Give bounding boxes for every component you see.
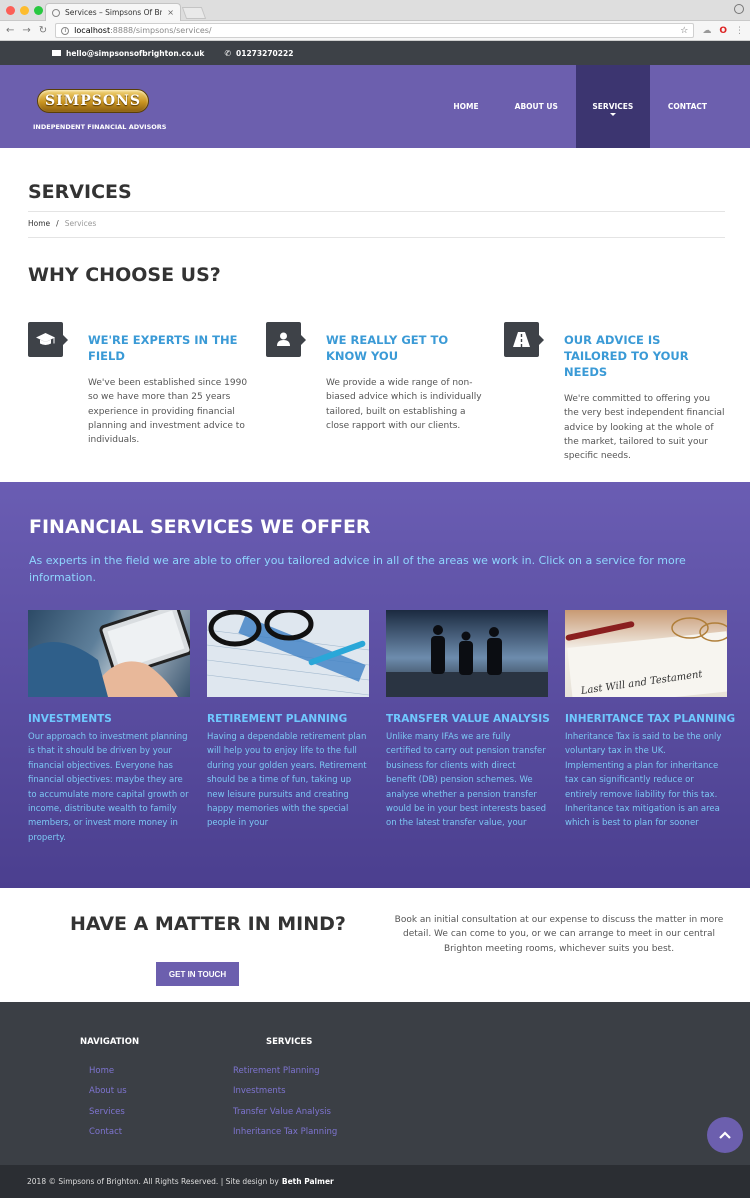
reload-icon[interactable]: ↻ (39, 25, 47, 36)
designer-link[interactable]: Beth Palmer (282, 1177, 334, 1186)
copyright-text: 2018 © Simpsons of Brighton. All Rights … (27, 1177, 279, 1186)
nav-contact[interactable]: CONTACT (650, 65, 725, 148)
footer-services-list: Retirement Planning Investments Transfer… (233, 1066, 337, 1147)
financial-services-title: FINANCIAL SERVICES WE OFFER (29, 516, 371, 538)
service-text: Our approach to investment planning is t… (28, 732, 189, 843)
main-nav: HOME ABOUT US SERVICES CONTACT (435, 65, 725, 148)
new-tab-button[interactable] (181, 7, 207, 19)
service-image-will[interactable]: Last Will and Testament (565, 610, 727, 697)
footer-link-home[interactable]: Home (89, 1066, 127, 1086)
email-link[interactable]: hello@simpsonsofbrighton.co.uk (52, 49, 204, 58)
financial-services-section: FINANCIAL SERVICES WE OFFER As experts i… (0, 482, 750, 888)
address-bar[interactable]: i localhost:8888/simpsons/services/ ☆ (55, 23, 695, 38)
feature-tailored: OUR ADVICE IS TAILORED TO YOUR NEEDS We'… (504, 322, 726, 463)
tab-title: Services – Simpsons Of Brighton (65, 8, 163, 17)
contact-bar: hello@simpsonsofbrighton.co.uk ✆ 0127327… (0, 41, 750, 65)
service-card-transfer[interactable]: TRANSFER VALUE ANALYSIS Unlike many IFAs… (386, 610, 550, 831)
footer-link-contact[interactable]: Contact (89, 1127, 127, 1147)
graduation-cap-icon (28, 322, 68, 357)
get-in-touch-button[interactable]: GET IN TOUCH (156, 962, 239, 986)
feature-text: We've been established since 1990 so we … (88, 378, 248, 446)
page-title: SERVICES (28, 181, 132, 203)
browser-toolbar: ← → ↻ i localhost:8888/simpsons/services… (0, 21, 750, 41)
feature-title: WE'RE EXPERTS IN THE FIELD (88, 333, 238, 363)
mail-icon (52, 50, 61, 56)
service-title[interactable]: INVESTMENTS (28, 713, 190, 725)
footer-link-inheritance[interactable]: Inheritance Tax Planning (233, 1127, 337, 1147)
forward-icon[interactable]: → (22, 25, 30, 36)
footer-link-services[interactable]: Services (89, 1107, 127, 1127)
divider (28, 237, 725, 238)
feature-experts: WE'RE EXPERTS IN THE FIELD We've been es… (28, 322, 250, 447)
user-icon (266, 322, 306, 357)
footer-link-retirement[interactable]: Retirement Planning (233, 1066, 337, 1086)
service-title[interactable]: RETIREMENT PLANNING (207, 713, 369, 725)
road-icon (504, 322, 544, 357)
tab-close-icon[interactable]: × (167, 8, 174, 17)
nav-home[interactable]: HOME (435, 65, 496, 148)
url-text: localhost:8888/simpsons/services/ (74, 26, 212, 35)
close-window-button[interactable] (6, 6, 15, 15)
favicon-icon (52, 8, 60, 17)
window-controls (6, 6, 43, 15)
service-text: Having a dependable retirement plan will… (207, 732, 367, 829)
logo[interactable]: SIMPSONS (37, 89, 149, 113)
browser-tabstrip: Services – Simpsons Of Brighton × (0, 0, 750, 21)
service-image-tablet[interactable] (28, 610, 190, 697)
nav-services[interactable]: SERVICES (575, 65, 650, 148)
maximize-window-button[interactable] (34, 6, 43, 15)
breadcrumb-current: Services (64, 219, 97, 228)
chevron-up-icon (719, 1131, 731, 1139)
cta-title: HAVE A MATTER IN MIND? (70, 913, 346, 935)
phone-icon: ✆ (224, 48, 232, 58)
site-header: SIMPSONS INDEPENDENT FINANCIAL ADVISORS … (0, 65, 750, 148)
bookmark-star-icon[interactable]: ☆ (680, 26, 688, 36)
footer-link-transfer[interactable]: Transfer Value Analysis (233, 1107, 337, 1127)
service-text: Unlike many IFAs we are fully certified … (386, 732, 547, 829)
service-title[interactable]: TRANSFER VALUE ANALYSIS (386, 713, 550, 725)
site-footer: NAVIGATION Home About us Services Contac… (0, 1002, 750, 1165)
nav-about[interactable]: ABOUT US (497, 65, 576, 148)
profile-icon[interactable] (734, 4, 744, 14)
footer-nav-title: NAVIGATION (80, 1037, 140, 1047)
service-title[interactable]: INHERITANCE TAX PLANNING (565, 713, 735, 725)
feature-title: WE REALLY GET TO KNOW YOU (326, 333, 449, 363)
minimize-window-button[interactable] (20, 6, 29, 15)
feature-text: We're committed to offering you the very… (564, 394, 725, 462)
scroll-to-top-button[interactable] (707, 1117, 743, 1153)
cta-text: Book an initial consultation at our expe… (394, 915, 724, 954)
email-text: hello@simpsonsofbrighton.co.uk (66, 48, 205, 58)
financial-services-intro: As experts in the field we are able to o… (29, 554, 686, 584)
footer-link-investments[interactable]: Investments (233, 1086, 337, 1106)
phone-text: 01273270222 (236, 48, 294, 58)
opera-icon[interactable]: O (719, 26, 727, 36)
feature-text: We provide a wide range of non-biased ad… (326, 378, 482, 431)
service-card-inheritance[interactable]: Last Will and Testament INHERITANCE TAX … (565, 610, 735, 831)
copyright-bar: 2018 © Simpsons of Brighton. All Rights … (0, 1165, 750, 1198)
service-text: Inheritance Tax is said to be the only v… (565, 732, 722, 829)
feature-title: OUR ADVICE IS TAILORED TO YOUR NEEDS (564, 333, 689, 379)
service-card-retirement[interactable]: RETIREMENT PLANNING Having a dependable … (207, 610, 369, 831)
footer-nav-list: Home About us Services Contact (89, 1066, 127, 1147)
breadcrumb-separator: / (56, 219, 59, 228)
menu-dots-icon[interactable]: ⋮ (735, 26, 744, 36)
breadcrumb-home[interactable]: Home (28, 219, 50, 228)
tagline: INDEPENDENT FINANCIAL ADVISORS (33, 123, 167, 131)
service-image-glasses[interactable] (207, 610, 369, 697)
browser-tab[interactable]: Services – Simpsons Of Brighton × (45, 3, 181, 21)
footer-link-about[interactable]: About us (89, 1086, 127, 1106)
why-choose-title: WHY CHOOSE US? (28, 264, 221, 286)
breadcrumb: Home / Services (28, 219, 96, 228)
info-icon[interactable]: i (61, 26, 70, 35)
service-image-businessmen[interactable] (386, 610, 548, 697)
phone-link[interactable]: ✆ 01273270222 (224, 49, 293, 58)
back-icon[interactable]: ← (6, 25, 14, 36)
feature-know-you: WE REALLY GET TO KNOW YOU We provide a w… (266, 322, 488, 433)
extension-cloud-icon[interactable]: ☁ (702, 26, 711, 36)
service-card-investments[interactable]: INVESTMENTS Our approach to investment p… (28, 610, 190, 845)
footer-services-title: SERVICES (266, 1037, 313, 1047)
divider (28, 211, 725, 212)
